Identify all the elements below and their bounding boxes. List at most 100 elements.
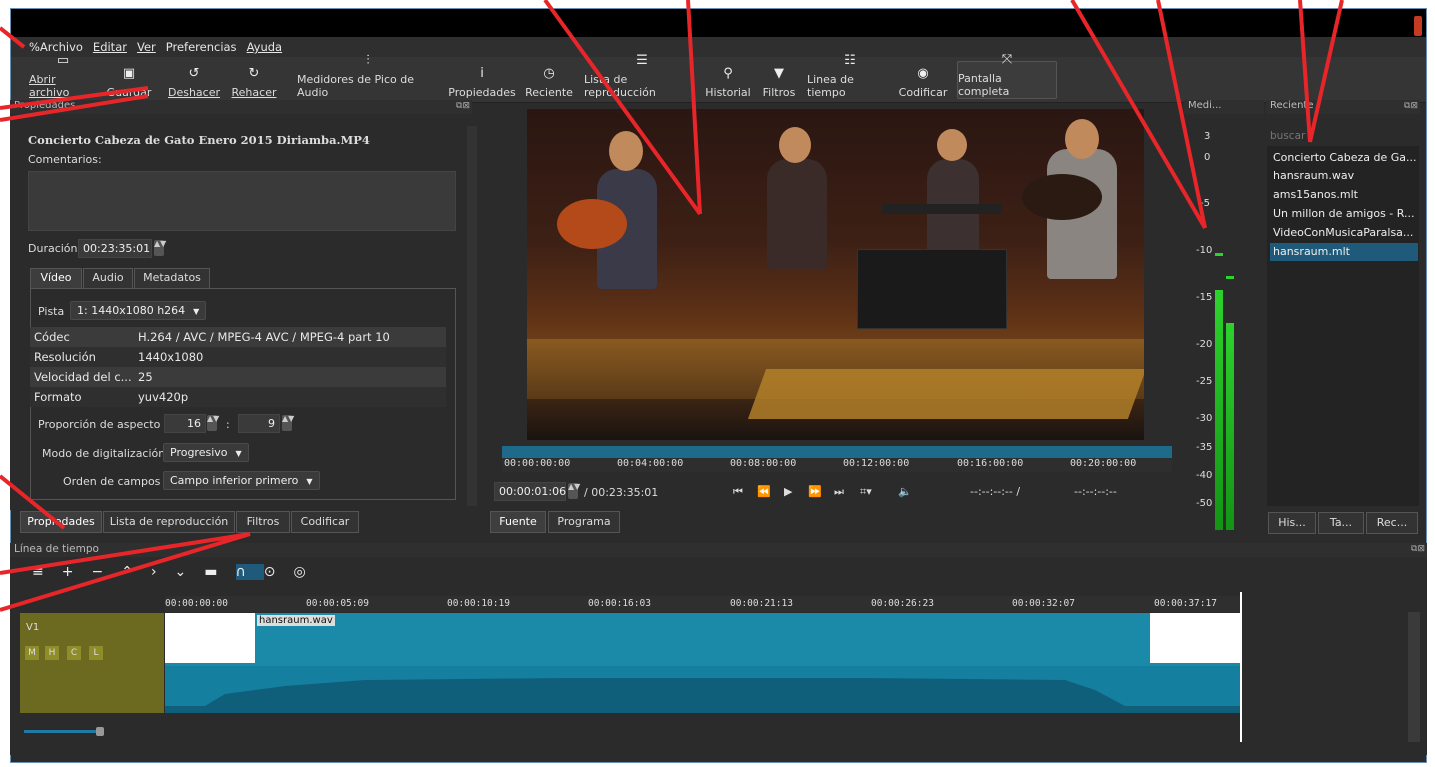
playlist-button[interactable]: ☰ Lista de reproducción <box>584 53 700 99</box>
zoom-icon[interactable]: ⌗▾ <box>860 485 872 499</box>
tab-metadata[interactable]: Metadatos <box>134 268 210 288</box>
zoom-slider-track[interactable] <box>24 730 100 733</box>
tab-history[interactable]: His... <box>1268 512 1316 534</box>
aspect-width-spinner[interactable]: ▲▼ <box>207 415 219 431</box>
playhead[interactable] <box>1240 592 1242 742</box>
scan-mode-dropdown[interactable]: Progresivo ▼ <box>163 443 249 462</box>
list-item[interactable]: Un millon de amigos - R... <box>1270 205 1418 223</box>
player-scrub-bar[interactable] <box>502 446 1172 458</box>
append-icon[interactable]: + <box>62 564 92 580</box>
undo-button[interactable]: ↺ Deshacer <box>168 61 220 99</box>
menu-icon[interactable]: ≡ <box>32 564 62 580</box>
tab-audio[interactable]: Audio <box>83 268 133 288</box>
menu-ver[interactable]: Ver <box>137 40 156 54</box>
tab-tasks[interactable]: Ta... <box>1318 512 1364 534</box>
audio-peak-meter-button[interactable]: ⫶ Medidores de Pico de Audio <box>297 53 439 99</box>
video-preview[interactable] <box>527 109 1144 440</box>
magnet-icon[interactable]: ∩ <box>235 564 264 580</box>
tab-playlist[interactable]: Lista de reproducción <box>103 511 235 533</box>
hide-button[interactable]: H <box>45 646 59 660</box>
comments-textarea[interactable] <box>28 171 456 231</box>
track-dropdown[interactable]: 1: 1440x1080 h264 ▼ <box>70 301 207 320</box>
properties-scrollbar[interactable] <box>467 126 477 506</box>
panel-float-close-icon[interactable]: ⧉⊠ <box>1404 101 1418 111</box>
list-item[interactable]: Concierto Cabeza de Ga... <box>1270 149 1418 167</box>
recent-search-input[interactable] <box>1267 127 1419 145</box>
recent-button[interactable]: ◷ Reciente <box>524 61 574 99</box>
menu-ayuda[interactable]: Ayuda <box>247 40 283 54</box>
in-point: --:--:--:-- / <box>970 485 1021 498</box>
zoom-slider-handle[interactable] <box>96 727 104 736</box>
list-item[interactable]: ams15anos.mlt <box>1270 186 1418 204</box>
performer-head <box>609 131 643 171</box>
peak-indicator-left <box>1215 253 1223 256</box>
play-icon[interactable]: ▶ <box>784 485 792 498</box>
aspect-width-field[interactable]: 16 <box>164 414 206 433</box>
encode-button[interactable]: ◉ Codificar <box>899 61 948 99</box>
ruler-tick: 00:20:00:00 <box>1070 458 1137 469</box>
split-icon[interactable]: ⌄ <box>175 564 205 580</box>
timeline-scrollbar[interactable] <box>1408 612 1420 742</box>
menu-preferencias[interactable]: Preferencias <box>166 40 237 54</box>
title-bar <box>11 9 1426 37</box>
overwrite-icon[interactable]: › <box>151 564 175 580</box>
skip-start-icon[interactable]: ⏮ <box>733 485 743 499</box>
media-info-table: Códec H.264 / AVC / MPEG-4 AVC / MPEG-4 p… <box>30 327 446 407</box>
fullscreen-button[interactable]: ⤧ Pantalla completa <box>957 52 1057 99</box>
menu-editar[interactable]: Editar <box>93 40 127 54</box>
aspect-height-field[interactable]: 9 <box>238 414 280 433</box>
redo-icon: ↻ <box>248 66 260 81</box>
tab-video[interactable]: Vídeo <box>30 268 82 288</box>
player-position-field[interactable]: 00:00:01:06 <box>494 482 566 501</box>
rewind-icon[interactable]: ⏪ <box>757 485 771 498</box>
position-spinner[interactable]: ▲▼ <box>568 483 580 499</box>
tab-properties[interactable]: Propiedades <box>20 511 102 533</box>
meter-tick: -10 <box>1196 245 1213 256</box>
list-item[interactable]: VideoConMusicaParalsa... <box>1270 224 1418 242</box>
duration-field[interactable]: 00:23:35:01 <box>78 239 152 258</box>
filters-button[interactable]: ▼ Filtros <box>760 61 798 99</box>
list-item[interactable]: hansraum.wav <box>1270 167 1418 185</box>
panel-float-close-icon[interactable]: ⧉⊠ <box>456 101 470 111</box>
composite-button[interactable]: C <box>67 646 81 660</box>
panel-float-close-icon[interactable]: ⧉⊠ <box>1411 544 1425 554</box>
target-icon[interactable]: ◎ <box>294 564 324 580</box>
meter-tick: 0 <box>1204 152 1211 163</box>
lock-button[interactable]: L <box>89 646 103 660</box>
properties-button[interactable]: i Propiedades <box>448 61 516 99</box>
field-order-dropdown[interactable]: Campo inferior primero ▼ <box>163 471 320 490</box>
list-item-selected[interactable]: hansraum.mlt <box>1270 243 1418 261</box>
table-row: Resolución 1440x1080 <box>30 347 446 367</box>
track-name: V1 <box>26 622 40 633</box>
mute-button[interactable]: M <box>25 646 39 660</box>
skip-end-icon[interactable]: ⏭ <box>834 485 844 499</box>
tab-encode[interactable]: Codificar <box>291 511 359 533</box>
ruler-tick: 00:00:10:19 <box>447 598 510 609</box>
clip-label: hansraum.wav <box>257 615 335 626</box>
meter-bar-right <box>1226 323 1234 530</box>
fast-forward-icon[interactable]: ⏩ <box>808 485 822 498</box>
aspect-height-spinner[interactable]: ▲▼ <box>282 415 294 431</box>
close-button[interactable] <box>1414 16 1422 36</box>
tab-source[interactable]: Fuente <box>490 511 546 533</box>
save-button[interactable]: ▣ Guardar <box>107 61 152 99</box>
remove-icon[interactable]: − <box>91 564 121 580</box>
lift-icon[interactable]: ⌃ <box>121 564 151 580</box>
meter-tick: 3 <box>1204 131 1211 142</box>
ripple-icon[interactable]: ⊙ <box>264 564 294 580</box>
timeline-button[interactable]: ☷ Linea de tiempo <box>807 53 893 99</box>
speaker-monitor <box>857 249 1007 329</box>
clip-thumbnail <box>1150 613 1240 663</box>
history-button[interactable]: ⚲ Historial <box>705 61 751 99</box>
tab-program[interactable]: Programa <box>548 511 620 533</box>
open-file-button[interactable]: ▭ Abrir archivo <box>29 53 97 99</box>
tab-filters[interactable]: Filtros <box>236 511 290 533</box>
redo-button[interactable]: ↻ Rehacer <box>231 61 277 99</box>
snap-icon[interactable]: ▬ <box>204 564 235 580</box>
tab-recent[interactable]: Rec... <box>1366 512 1418 534</box>
meter-tick: -20 <box>1196 339 1213 350</box>
aspect-separator: : <box>226 418 230 431</box>
volume-icon[interactable]: 🔈 <box>898 485 912 498</box>
menu-archivo[interactable]: %Archivo <box>29 40 83 54</box>
duration-spinner[interactable]: ▲▼ <box>154 240 166 256</box>
